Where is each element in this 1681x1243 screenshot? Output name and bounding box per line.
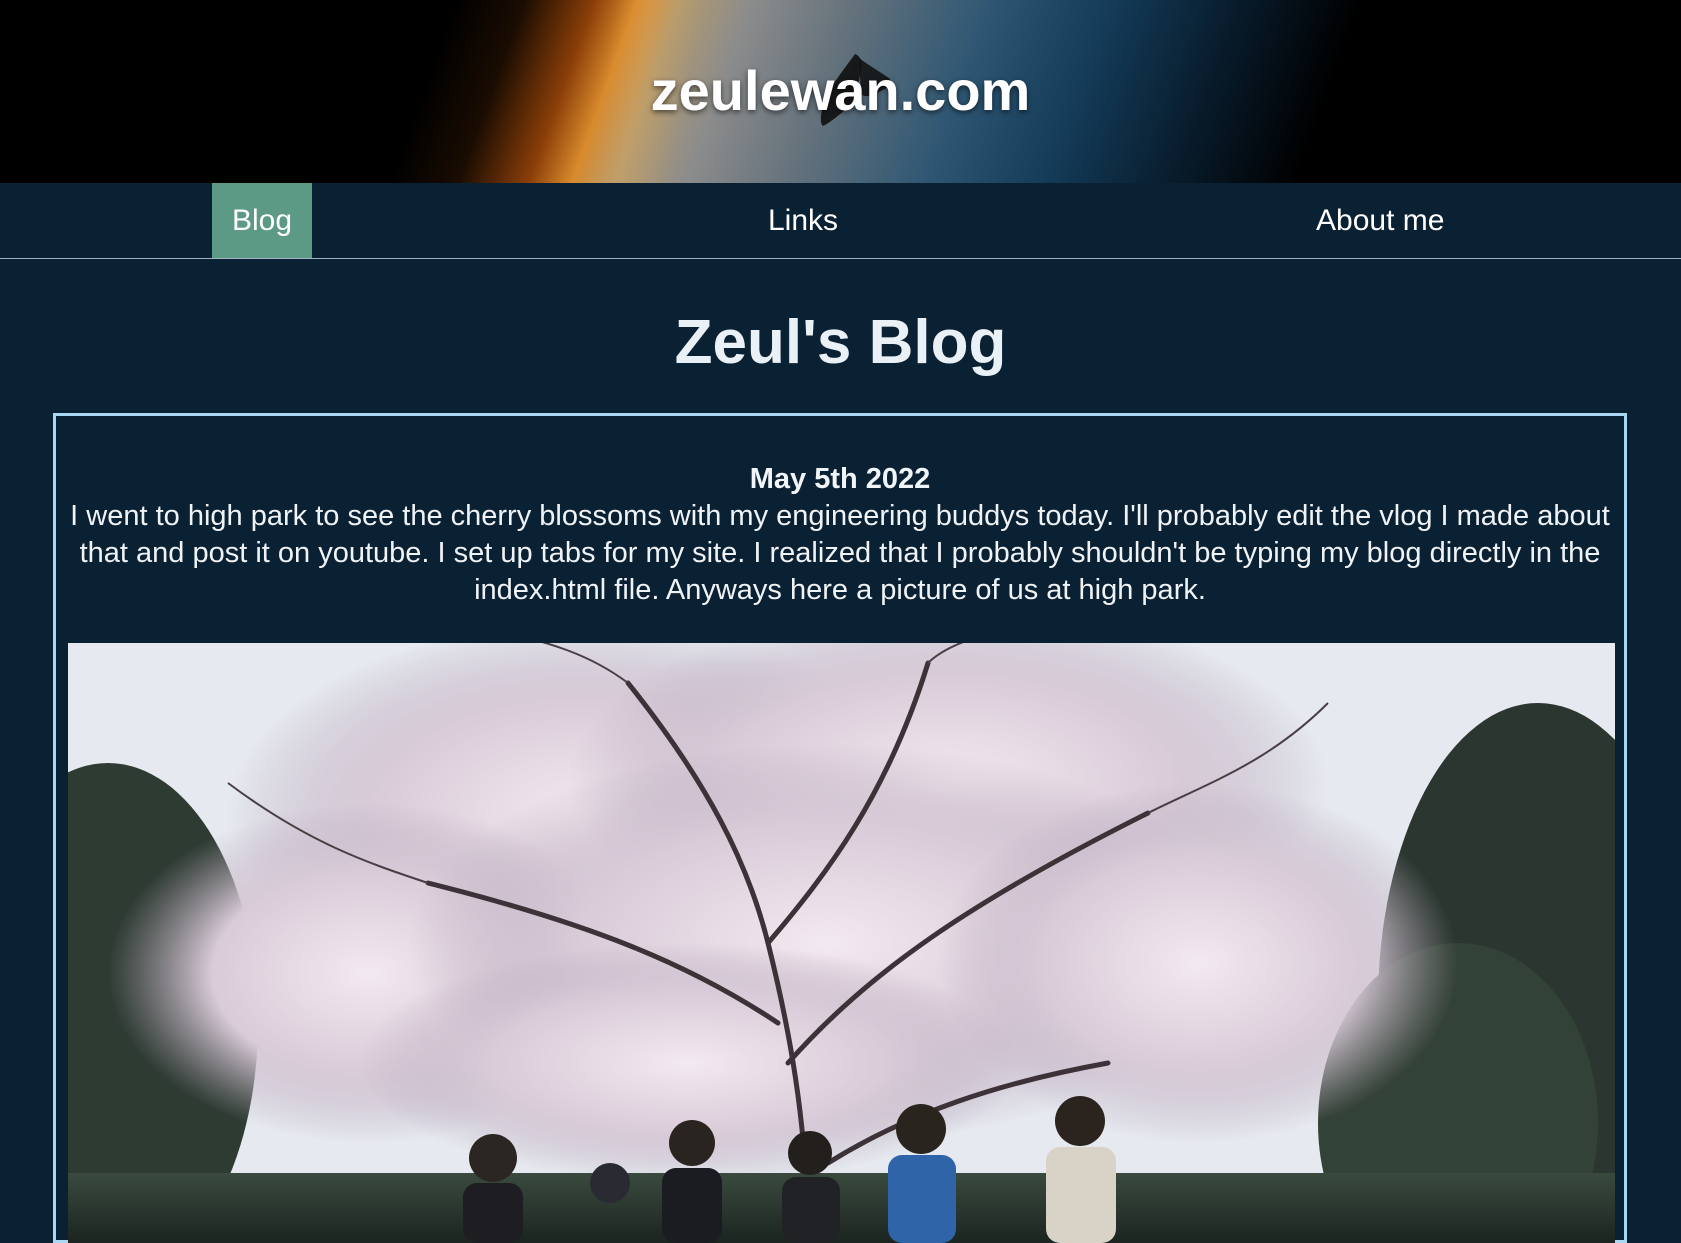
header-banner: zeulewan.com — [0, 0, 1681, 183]
page-title: Zeul's Blog — [674, 308, 1007, 377]
tab-about-me[interactable]: About me — [1316, 183, 1444, 258]
blog-photo — [68, 643, 1615, 1243]
tab-links[interactable]: Links — [768, 183, 838, 258]
cherry-blossom-photo-illustration — [68, 643, 1615, 1243]
site-title: zeulewan.com — [650, 59, 1031, 122]
blog-post: May 5th 2022 I went to high park to see … — [53, 413, 1627, 1243]
tab-blog[interactable]: Blog — [212, 183, 313, 258]
post-date: May 5th 2022 — [749, 463, 931, 495]
main-nav: Blog Links About me — [0, 183, 1681, 259]
post-body: I went to high park to see the cherry bl… — [70, 500, 1610, 606]
